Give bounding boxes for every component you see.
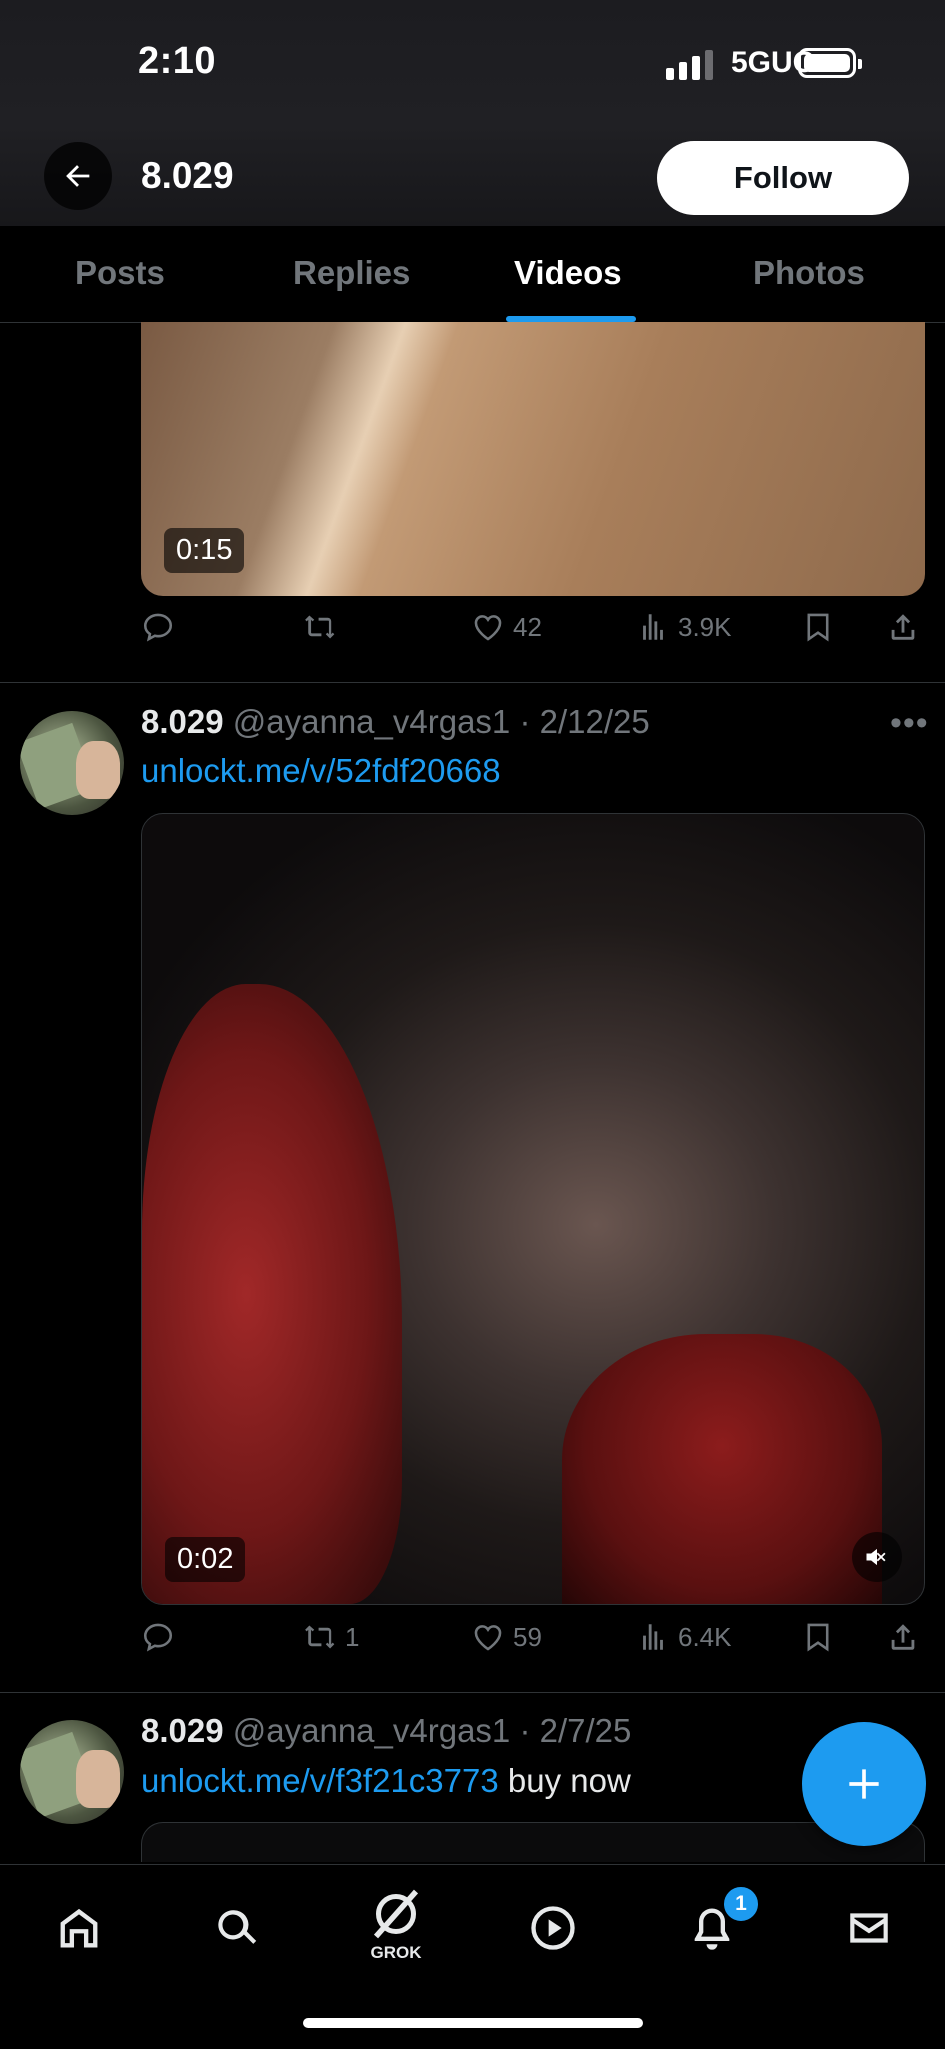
speaker-muted-icon — [866, 1548, 886, 1566]
like-button[interactable]: 59 — [471, 1620, 542, 1654]
video-frame-detail — [562, 1334, 882, 1604]
repost-icon — [305, 615, 335, 639]
bookmark-icon — [807, 1623, 829, 1652]
author-handle[interactable]: @ayanna_v4rgas1 — [233, 703, 511, 740]
heart-icon — [474, 615, 502, 641]
status-time: 2:10 — [138, 40, 217, 82]
video-duration: 0:02 — [165, 1537, 246, 1582]
reply-icon — [143, 1623, 173, 1652]
video-thumbnail[interactable]: 0:15 — [141, 322, 925, 596]
follow-button[interactable]: Follow — [657, 141, 909, 215]
post-link[interactable]: unlockt.me/v/52fdf20668 — [141, 752, 501, 789]
nav-messages[interactable] — [834, 1893, 904, 1963]
post-link[interactable]: unlockt.me/v/f3f21c3773 — [141, 1762, 499, 1799]
analytics-icon — [643, 1624, 663, 1650]
bookmark-button[interactable] — [801, 1620, 835, 1654]
battery-icon — [798, 48, 862, 78]
profile-tabs: Posts Replies Videos Photos — [0, 226, 945, 323]
post-text-body: buy now — [498, 1762, 631, 1799]
home-indicator — [303, 2018, 643, 2028]
tab-posts[interactable]: Posts — [75, 254, 165, 292]
nav-videos[interactable] — [518, 1893, 588, 1963]
page-title: 8.029 — [141, 155, 234, 196]
analytics-icon — [643, 614, 663, 640]
reply-icon — [143, 613, 173, 642]
post-divider — [0, 1692, 945, 1693]
nav-search[interactable] — [201, 1893, 271, 1963]
cellular-signal-icon — [666, 50, 714, 80]
reply-button[interactable] — [141, 610, 175, 644]
repost-icon — [305, 1625, 335, 1649]
avatar[interactable] — [20, 1720, 124, 1824]
tab-photos[interactable]: Photos — [753, 254, 865, 292]
repost-button[interactable]: 1 — [303, 1620, 359, 1654]
avatar[interactable] — [20, 711, 124, 815]
view-count: 6.4K — [678, 1621, 732, 1652]
grok-icon — [373, 1889, 419, 1939]
compose-post-button[interactable] — [802, 1722, 926, 1846]
tab-videos[interactable]: Videos — [514, 254, 622, 292]
view-count: 3.9K — [678, 611, 732, 642]
post-actions: 1 59 6.4K — [141, 1620, 925, 1668]
like-button[interactable]: 42 — [471, 610, 542, 644]
views-button[interactable]: 3.9K — [636, 610, 732, 644]
mute-button[interactable] — [852, 1532, 902, 1582]
video-duration: 0:15 — [164, 528, 245, 573]
post-divider — [0, 682, 945, 683]
arrow-left-icon — [66, 165, 90, 187]
post-text: unlockt.me/v/f3f21c3773 buy now — [141, 1762, 631, 1800]
post-date[interactable]: 2/7/25 — [540, 1712, 632, 1749]
share-icon — [891, 1624, 915, 1650]
like-count: 42 — [513, 611, 542, 642]
back-button[interactable] — [44, 142, 112, 210]
notification-badge: 1 — [722, 1885, 760, 1923]
post-text: unlockt.me/v/52fdf20668 — [141, 752, 501, 790]
post-actions: 42 3.9K — [141, 610, 925, 658]
home-icon — [60, 1908, 98, 1948]
repost-button[interactable] — [303, 610, 337, 644]
author-name[interactable]: 8.029 — [141, 1712, 224, 1749]
video-frame-detail — [142, 984, 402, 1604]
like-count: 59 — [513, 1621, 542, 1652]
more-options-icon[interactable]: ••• — [890, 704, 929, 743]
nav-home[interactable] — [44, 1893, 114, 1963]
bookmark-icon — [807, 613, 829, 642]
plus-icon — [849, 1769, 879, 1799]
author-name[interactable]: 8.029 — [141, 703, 224, 740]
nav-grok[interactable] — [361, 1879, 431, 1949]
grok-label: GROK — [370, 1943, 422, 1962]
play-circle-icon — [531, 1906, 575, 1950]
author-handle[interactable]: @ayanna_v4rgas1 — [233, 1712, 511, 1749]
share-button[interactable] — [886, 1620, 920, 1654]
heart-icon — [474, 1625, 502, 1651]
post-header: 8.029 @ayanna_v4rgas1 · 2/7/25 — [141, 1712, 632, 1749]
search-icon — [218, 1910, 257, 1944]
repost-count: 1 — [345, 1621, 360, 1652]
share-icon — [891, 614, 915, 640]
post-date[interactable]: 2/12/25 — [540, 703, 650, 740]
views-button[interactable]: 6.4K — [636, 1620, 732, 1654]
bookmark-button[interactable] — [801, 610, 835, 644]
video-thumbnail[interactable] — [141, 1822, 925, 1862]
tab-replies[interactable]: Replies — [293, 254, 410, 292]
post-header: 8.029 @ayanna_v4rgas1 · 2/12/25 — [141, 703, 650, 740]
reply-button[interactable] — [141, 1620, 175, 1654]
mail-icon — [850, 1913, 888, 1943]
share-button[interactable] — [886, 610, 920, 644]
video-player[interactable]: 0:02 — [141, 813, 925, 1605]
